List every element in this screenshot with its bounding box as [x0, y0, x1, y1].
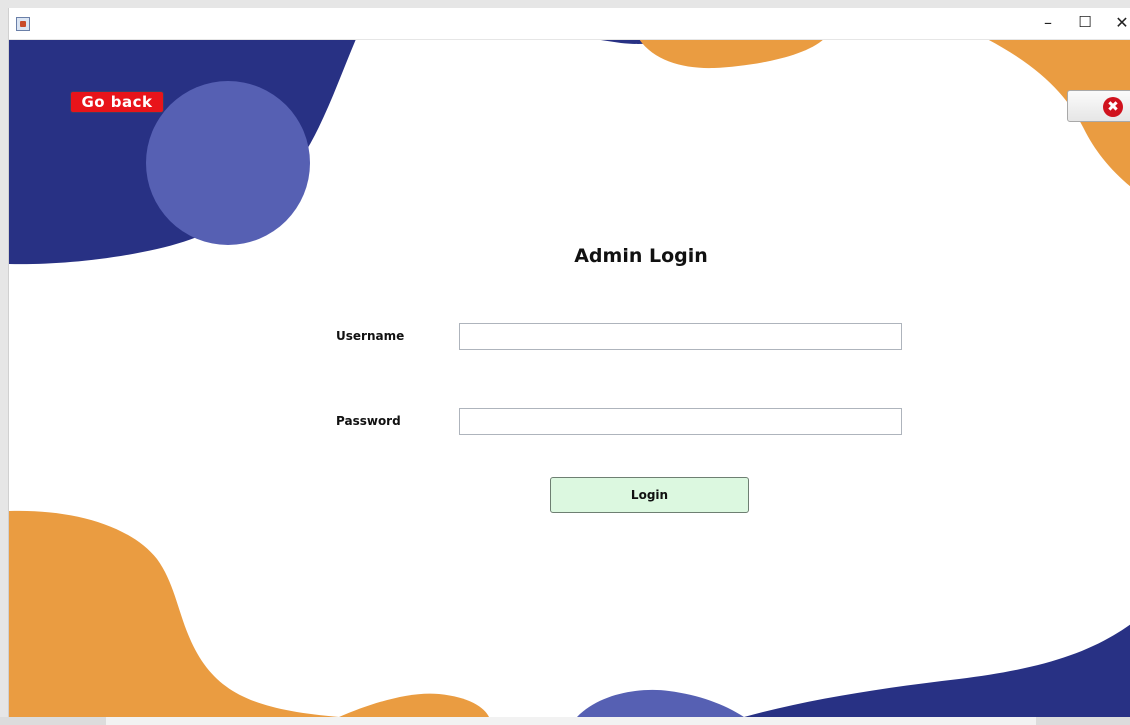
page-title: Admin Login: [574, 245, 708, 267]
orange-blob-bottom-left: [9, 510, 339, 717]
close-window-button[interactable]: ✕: [1104, 8, 1130, 39]
title-bar: – ☐ ✕: [9, 8, 1130, 40]
close-circle-icon: ✖: [1103, 97, 1123, 117]
maximize-button[interactable]: ☐: [1067, 8, 1103, 39]
go-back-button[interactable]: Go back: [70, 91, 164, 113]
orange-blob-bottom-center: [339, 693, 489, 717]
navy-blob-bottom-right: [744, 624, 1130, 717]
username-field[interactable]: [459, 323, 902, 350]
taskbar-strip: [0, 717, 1130, 725]
periwinkle-circle: [146, 81, 310, 245]
minimize-button[interactable]: –: [1030, 8, 1066, 39]
orange-blob-top: [639, 39, 824, 69]
password-label: Password: [336, 414, 401, 428]
java-app-icon: [16, 17, 30, 31]
periwinkle-half-circle-bottom: [577, 689, 744, 717]
password-field[interactable]: [459, 408, 902, 435]
exit-button[interactable]: ✖: [1067, 90, 1130, 122]
login-panel: Go back ✖ Admin Login Username Password …: [9, 39, 1130, 717]
login-button[interactable]: Login: [550, 477, 749, 513]
app-window: – ☐ ✕ Go back ✖ Admin Login Username Pas…: [8, 8, 1130, 717]
username-label: Username: [336, 329, 405, 343]
background-blobs: [9, 39, 1130, 717]
